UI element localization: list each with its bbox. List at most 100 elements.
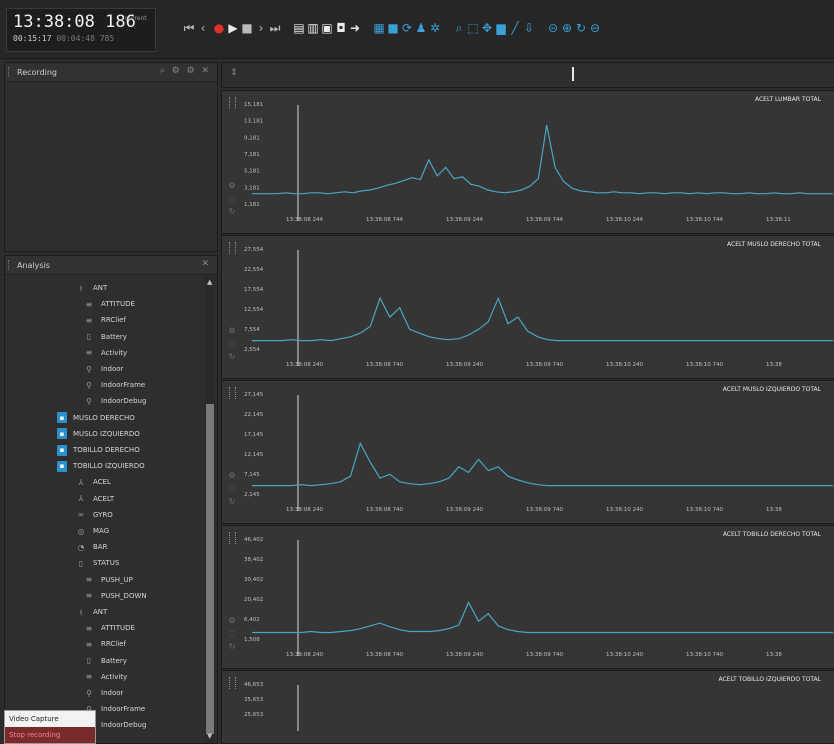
zoom-icon[interactable]: ◌ xyxy=(229,629,236,638)
reset-icon[interactable]: ↻ xyxy=(229,207,236,216)
zoom-fit-icon[interactable]: ⊝ xyxy=(546,20,560,36)
drag-grip-icon[interactable] xyxy=(8,67,11,77)
tree-item[interactable]: ⅄ ACEL xyxy=(75,474,111,490)
step-back-icon[interactable]: ‹ xyxy=(196,20,210,36)
gear-icon[interactable]: ⚙ xyxy=(228,181,235,190)
chart-panel[interactable]: ACELT LUMBAR TOTAL 15,181 13,181 9,181 7,181… xyxy=(221,90,834,234)
stop-icon[interactable]: ■ xyxy=(240,20,254,36)
reset-icon[interactable]: ↻ xyxy=(229,352,236,361)
tree-item[interactable]: ≡ RRClief xyxy=(83,636,126,652)
tree-item[interactable]: ≡ Activity xyxy=(83,669,128,685)
tree-item[interactable]: ▪ MUSLO IZQUIERDO xyxy=(57,426,140,442)
page-copy-icon[interactable]: ▥ xyxy=(306,20,320,36)
tree-item[interactable]: ▪ TOBILLO DERECHO xyxy=(57,442,140,458)
recording-panel-icons[interactable]: ⌕ ⚙ ⚙ ✕ xyxy=(160,66,211,76)
zoom-icon[interactable]: ⌕ xyxy=(452,20,466,36)
tree-item[interactable]: ≡ ATTITUDE xyxy=(83,620,135,636)
zoom-icon[interactable]: ◌ xyxy=(229,339,236,348)
save-icon[interactable]: ▣ xyxy=(320,20,334,36)
chart-panel[interactable]: ACELT MUSLO IZQUIERDO TOTAL 27,145 22,145 1… xyxy=(221,380,834,524)
reset-icon[interactable]: ↻ xyxy=(229,642,236,651)
grid-icon[interactable]: ▦ xyxy=(372,20,386,36)
tree-item[interactable]: ⚲ Indoor xyxy=(83,361,123,377)
tree-item[interactable]: ◎ MAG xyxy=(75,523,110,539)
main-toolbar: 13:38:08 186 current 00:15:17 00:04:48 7… xyxy=(0,0,834,59)
tree-item[interactable]: ᚼ ANT xyxy=(75,604,108,620)
tree-item[interactable]: ≡ Activity xyxy=(83,345,128,361)
chart-panel[interactable]: ACELT TOBILLO DERECHO TOTAL 46,402 38,402 3… xyxy=(221,525,834,669)
chart-side-icons[interactable]: ⚙ ◌ ↻ xyxy=(227,179,237,218)
gear-icon[interactable]: ⚙ xyxy=(228,616,235,625)
gear-icon[interactable]: ⚙ xyxy=(228,471,235,480)
reset-icon[interactable]: ↻ xyxy=(229,497,236,506)
scroll-down-icon[interactable]: ▼ xyxy=(207,732,212,740)
tree-item[interactable]: ≡ ATTITUDE xyxy=(83,296,135,312)
y-tick-label: 1,181 xyxy=(244,202,260,208)
series-line xyxy=(252,601,833,634)
fill-icon[interactable]: ▆ xyxy=(494,20,508,36)
tree-scrollbar[interactable]: ▲ ▼ xyxy=(205,276,215,742)
reset-icon[interactable]: ↻ xyxy=(574,20,588,36)
chart-side-icons[interactable]: ⚙ ◌ ↻ xyxy=(227,469,237,508)
tree-item[interactable]: ◔ BAR xyxy=(75,539,108,555)
sync-icon[interactable]: ⟳ xyxy=(400,20,414,36)
zoom-icon[interactable]: ◌ xyxy=(229,194,236,203)
gear-icon[interactable]: ⚙ xyxy=(228,326,235,335)
tree-item[interactable]: ⚲ IndoorFrame xyxy=(83,377,145,393)
step-forward-icon[interactable]: › xyxy=(254,20,268,36)
move-icon[interactable]: ✥ xyxy=(480,20,494,36)
tree-item[interactable]: ⅄ ACELT xyxy=(75,491,115,507)
video-icon[interactable]: ■ xyxy=(386,20,400,36)
tree-item[interactable]: ≡ PUSH_DOWN xyxy=(83,588,147,604)
tree-item[interactable]: ⚲ IndoorDebug xyxy=(83,393,146,409)
x-tick-label: 13:38:10 740 xyxy=(686,652,723,658)
close-icon[interactable]: ✕ xyxy=(201,259,211,269)
camera-icon[interactable]: ◘ xyxy=(334,20,348,36)
x-tick-label: 13:38:10 740 xyxy=(686,362,723,368)
battery-icon: ▯ xyxy=(86,332,92,342)
tree-item[interactable]: ∞ GYRO xyxy=(75,507,113,523)
tree-item[interactable]: ᚼ ANT xyxy=(75,280,108,296)
tree-item[interactable]: ⚲ Indoor xyxy=(83,685,123,701)
y-tick-label: 25,653 xyxy=(244,712,264,718)
y-tick-label: 22,554 xyxy=(244,267,264,273)
settings-icon[interactable]: ✲ xyxy=(428,20,442,36)
tree-item-label: Activity xyxy=(101,348,128,357)
drag-grip-icon[interactable] xyxy=(8,260,11,270)
chart-side-icons[interactable]: ⚙ ◌ ↻ xyxy=(227,324,237,363)
record-icon[interactable]: ● xyxy=(212,20,226,36)
play-icon[interactable]: ▶ xyxy=(226,20,240,36)
tree-item[interactable]: ▪ TOBILLO IZQUIERDO xyxy=(57,458,145,474)
chart-panel[interactable]: ACELT TOBILLO IZQUIERDO TOTAL 46,653 35,65… xyxy=(221,670,834,744)
menu-item-stop-recording[interactable]: Stop recording xyxy=(5,727,95,743)
chart-panel[interactable]: ACELT MUSLO DERECHO TOTAL 27,554 22,554 17,… xyxy=(221,235,834,379)
y-tick-label: 7,181 xyxy=(244,152,260,158)
tree-item[interactable]: ▯ Battery xyxy=(83,329,127,345)
tree-item[interactable]: ▯ STATUS xyxy=(75,555,119,571)
tree-item[interactable]: ▯ Battery xyxy=(83,653,127,669)
scroll-up-icon[interactable]: ▲ xyxy=(207,278,212,286)
select-box-icon[interactable]: ⬚ xyxy=(466,20,480,36)
tree-item-label: Indoor xyxy=(101,689,124,697)
tree-item[interactable]: ≡ PUSH_UP xyxy=(83,572,133,588)
zoom-out-icon[interactable]: ⊖ xyxy=(588,20,602,36)
menu-item-video-capture[interactable]: Video Capture xyxy=(5,711,95,727)
page-icon[interactable]: ▤ xyxy=(292,20,306,36)
chart-side-icons[interactable]: ⚙ ◌ ↻ xyxy=(227,614,237,653)
x-tick-label: 13:38:08 740 xyxy=(366,362,403,368)
pin-icon[interactable]: ⇩ xyxy=(522,20,536,36)
zoom-in-icon[interactable]: ⊕ xyxy=(560,20,574,36)
skip-end-icon[interactable]: ⏭ xyxy=(268,20,282,36)
timeline-bar[interactable]: ⇕ xyxy=(221,62,834,88)
draw-line-icon[interactable]: ╱ xyxy=(508,20,522,36)
tree-item[interactable]: ▪ MUSLO DERECHO xyxy=(57,410,135,426)
skip-start-icon[interactable]: ⏮ xyxy=(182,20,196,36)
people-icon[interactable]: ♟ xyxy=(414,20,428,36)
scroll-thumb[interactable] xyxy=(206,404,214,734)
x-tick-label: 13:38:08 240 xyxy=(286,362,323,368)
playhead[interactable] xyxy=(572,67,574,81)
export-icon[interactable]: ➜ xyxy=(348,20,362,36)
expand-icon[interactable]: ⇕ xyxy=(230,68,238,78)
tree-item[interactable]: ≡ RRClief xyxy=(83,312,126,328)
zoom-icon[interactable]: ◌ xyxy=(229,484,236,493)
